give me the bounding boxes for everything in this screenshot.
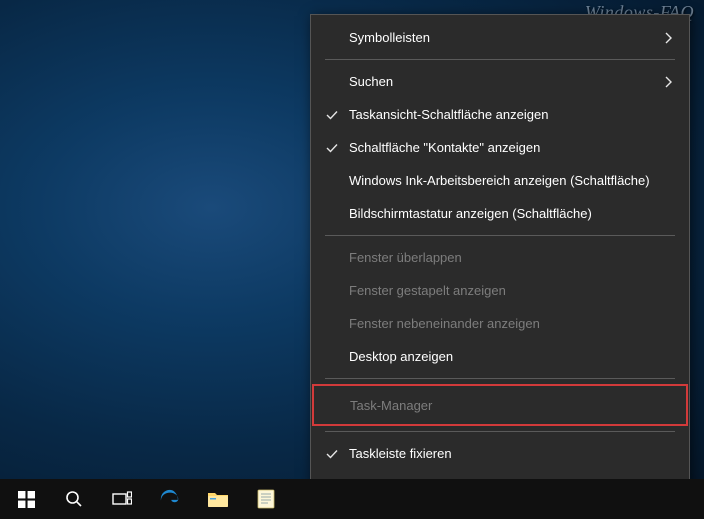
menu-label: Fenster nebeneinander anzeigen (349, 316, 673, 331)
menu-item-show-desktop[interactable]: Desktop anzeigen (313, 340, 687, 373)
separator (325, 235, 675, 236)
menu-label: Taskleiste fixieren (349, 446, 673, 461)
desktop[interactable]: Windows-FAQ Symbolleisten Suchen Taskans… (0, 0, 704, 519)
windows-logo-icon (18, 491, 35, 508)
menu-item-cascade: Fenster überlappen (313, 241, 687, 274)
check-icon (325, 447, 349, 461)
taskbar (0, 479, 704, 519)
edge-button[interactable] (146, 479, 194, 519)
task-view-icon (112, 491, 132, 507)
menu-label: Desktop anzeigen (349, 349, 673, 364)
menu-label: Fenster überlappen (349, 250, 673, 265)
check-icon (325, 141, 349, 155)
separator (325, 59, 675, 60)
menu-item-show-contacts[interactable]: Schaltfläche "Kontakte" anzeigen (313, 131, 687, 164)
menu-item-lock-taskbar[interactable]: Taskleiste fixieren (313, 437, 687, 470)
edge-icon (159, 488, 181, 510)
menu-item-toolbars[interactable]: Symbolleisten (313, 21, 687, 54)
chevron-right-icon (659, 32, 673, 44)
menu-item-search[interactable]: Suchen (313, 65, 687, 98)
search-icon (65, 490, 83, 508)
separator (325, 431, 675, 432)
folder-icon (207, 490, 229, 508)
menu-item-stacked: Fenster gestapelt anzeigen (313, 274, 687, 307)
menu-label: Symbolleisten (349, 30, 659, 45)
menu-item-show-keyboard[interactable]: Bildschirmtastatur anzeigen (Schaltfläch… (313, 197, 687, 230)
highlight-annotation: Task-Manager (312, 384, 688, 426)
menu-label: Taskansicht-Schaltfläche anzeigen (349, 107, 673, 122)
separator (325, 378, 675, 379)
menu-item-task-manager: Task-Manager (314, 386, 686, 424)
menu-label: Suchen (349, 74, 659, 89)
start-button[interactable] (2, 479, 50, 519)
task-view-button[interactable] (98, 479, 146, 519)
notepad-button[interactable] (242, 479, 290, 519)
menu-item-show-ink[interactable]: Windows Ink-Arbeitsbereich anzeigen (Sch… (313, 164, 687, 197)
menu-item-side-by-side: Fenster nebeneinander anzeigen (313, 307, 687, 340)
menu-label: Bildschirmtastatur anzeigen (Schaltfläch… (349, 206, 673, 221)
taskbar-context-menu: Symbolleisten Suchen Taskansicht-Schaltf… (310, 14, 690, 514)
menu-label: Task-Manager (350, 398, 672, 413)
explorer-button[interactable] (194, 479, 242, 519)
search-button[interactable] (50, 479, 98, 519)
check-icon (325, 108, 349, 122)
menu-label: Schaltfläche "Kontakte" anzeigen (349, 140, 673, 155)
menu-item-show-taskview[interactable]: Taskansicht-Schaltfläche anzeigen (313, 98, 687, 131)
notepad-icon (257, 489, 275, 509)
menu-label: Windows Ink-Arbeitsbereich anzeigen (Sch… (349, 173, 673, 188)
menu-label: Fenster gestapelt anzeigen (349, 283, 673, 298)
chevron-right-icon (659, 76, 673, 88)
